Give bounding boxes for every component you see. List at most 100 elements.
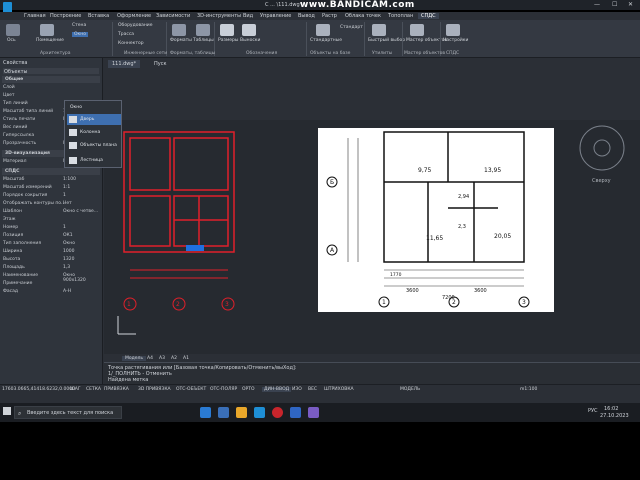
prop-row[interactable]: Примечание [3, 280, 99, 288]
menu-manage[interactable]: Управление [260, 13, 291, 19]
explorer-icon[interactable] [218, 407, 229, 418]
settings-button[interactable]: Настройки [443, 38, 468, 43]
3dosnap-toggle[interactable]: 3D ПРИВЯЗКА [138, 387, 171, 392]
leaders-icon[interactable] [242, 24, 256, 36]
floor-plan[interactable]: Б А 1 2 3 9,75 13,95 11,65 20,05 2,94 2,… [318, 128, 554, 312]
prop-row[interactable]: Наименование Окно 900х1320 [3, 272, 99, 283]
prop-row[interactable]: Тип заполнения Окно [3, 240, 99, 248]
prop-row[interactable]: Порядок сокрытия 1 [3, 192, 99, 200]
command-line[interactable]: Точка растягивания или [Базовая точка/Ко… [104, 362, 640, 384]
formats-icon[interactable] [172, 24, 186, 36]
axis-button[interactable]: Ось [7, 38, 16, 43]
menu-raster[interactable]: Растр [322, 13, 337, 19]
minimize-button[interactable]: — [594, 1, 600, 8]
dimensions-icon[interactable] [220, 24, 234, 36]
prop-row[interactable]: Шаблон Окно с четве... [3, 208, 99, 216]
tab-start[interactable]: Пуск [150, 60, 171, 68]
prop-row[interactable]: Номер 1 [3, 224, 99, 232]
osnap-toggle[interactable]: ПРИВЯЗКА [104, 387, 129, 392]
viewcube-label[interactable]: Сверху [592, 178, 611, 184]
layout-tab-a1[interactable]: A1 [180, 356, 192, 361]
snap-toggle[interactable]: ШАГ [70, 387, 81, 392]
object-wizard-icon[interactable] [410, 24, 424, 36]
dropdown-item-column[interactable]: Колонна [67, 127, 121, 138]
app-icon-taskbar[interactable] [308, 407, 319, 418]
prop-row[interactable]: Площадь 1,3 [3, 264, 99, 272]
menu-format[interactable]: Оформление [117, 13, 151, 19]
layout-tab-a4[interactable]: A4 [144, 356, 156, 361]
standard-icon[interactable] [316, 24, 330, 36]
prop-row[interactable]: Этаж [3, 216, 99, 224]
ortho-toggle[interactable]: ОРТО [242, 387, 255, 392]
hatch-toggle[interactable]: ШТРИХОВКА [324, 387, 354, 392]
section-general[interactable]: Общие [2, 76, 100, 83]
wall-button[interactable]: Стена [72, 23, 86, 28]
scale-label[interactable]: m1:100 [520, 387, 537, 392]
nanocad-icon[interactable] [254, 407, 265, 418]
prop-row[interactable]: Цвет [3, 92, 99, 100]
otrack-toggle[interactable]: ОТС-ОБЪЕКТ [176, 387, 206, 392]
standard-button[interactable]: Стандартные [310, 38, 342, 43]
prop-row[interactable]: Позиция ОК1 [3, 232, 99, 240]
equipment-button[interactable]: Оборудование [118, 23, 153, 28]
polar-toggle[interactable]: ОТС-ПОЛЯР [210, 387, 237, 392]
tables-icon[interactable] [196, 24, 210, 36]
menu-constraints[interactable]: Зависимости [156, 13, 190, 19]
prop-row[interactable]: Отображать контуры по... Нет [3, 200, 99, 208]
layout-tab-model[interactable]: Модель [122, 356, 147, 361]
room-button[interactable]: Помещение [36, 38, 64, 43]
edge-icon[interactable] [200, 407, 211, 418]
menu-topo[interactable]: Топоплан [388, 13, 413, 19]
maximize-button[interactable]: ☐ [612, 1, 617, 8]
plan-sheet[interactable]: Б А 1 2 3 9,75 13,95 11,65 20,05 2,94 2,… [318, 128, 554, 312]
clock-time[interactable]: 16:02 [604, 406, 618, 412]
windows-icon[interactable] [3, 407, 11, 415]
clock-date[interactable]: 27.10.2023 [600, 413, 629, 419]
axis-icon[interactable] [6, 24, 20, 36]
bandicam-icon[interactable] [272, 407, 283, 418]
route-button[interactable]: Трасса [118, 32, 134, 37]
menu-insert[interactable]: Вставка [88, 13, 109, 19]
prop-row[interactable]: Высота 1320 [3, 256, 99, 264]
menu-pointcloud[interactable]: Облака точек [345, 13, 381, 19]
formats-button[interactable]: Форматы [170, 38, 192, 43]
word-icon[interactable] [290, 407, 301, 418]
prop-row[interactable]: Масштаб 1:100 [3, 176, 99, 184]
grid-toggle[interactable]: СЕТКА [86, 387, 101, 392]
selection-combo[interactable]: Объекты [4, 69, 28, 75]
prop-row[interactable]: Слой [3, 84, 99, 92]
lweight-toggle[interactable]: ВЕС [308, 387, 317, 392]
quick-select-button[interactable]: Быстрый выбор [368, 38, 405, 43]
menu-spds[interactable]: СПДС [418, 13, 439, 19]
model-label[interactable]: МОДЕЛЬ [400, 387, 420, 392]
prop-row[interactable]: Масштаб измерений 1:1 [3, 184, 99, 192]
iso-toggle[interactable]: ИЗО [292, 387, 302, 392]
section-spds[interactable]: СПДС [2, 168, 100, 175]
dropdown-item-door[interactable]: Дверь [67, 114, 121, 125]
leaders-button[interactable]: Выноски [240, 38, 260, 43]
dyn-toggle[interactable]: ДИН-ВВОД [262, 387, 292, 392]
tables-button[interactable]: Таблицы [193, 38, 214, 43]
dropdown-item-stairs[interactable]: Лестница [67, 155, 121, 166]
dropdown-item-window[interactable]: Окно [67, 102, 121, 113]
prop-row[interactable]: Фасад А-Н [3, 288, 99, 296]
quick-select-icon[interactable] [372, 24, 386, 36]
menu-home[interactable]: Главная [24, 13, 46, 19]
tab-drawing[interactable]: 111.dwg* [108, 60, 141, 68]
menu-build[interactable]: Построение [50, 13, 81, 19]
dropdown-item-plan-objects[interactable]: Объекты плана [67, 140, 121, 151]
prop-row[interactable]: Ширина 1000 [3, 248, 99, 256]
menu-3d[interactable]: 3D-инструменты [197, 13, 241, 19]
folder-icon[interactable] [236, 407, 247, 418]
taskbar-search[interactable]: ⌕ Введите здесь текст для поиска [14, 406, 122, 419]
room-icon[interactable] [40, 24, 54, 36]
window-button[interactable]: Окно [72, 32, 88, 37]
menu-output[interactable]: Вывод [298, 13, 315, 19]
layout-tab-a3[interactable]: A3 [156, 356, 168, 361]
standard-style[interactable]: Стандарт [340, 25, 363, 30]
layout-tab-a2[interactable]: A2 [168, 356, 180, 361]
connector-button[interactable]: Коннектор [118, 41, 144, 46]
dimensions-button[interactable]: Размеры [218, 38, 238, 43]
menu-view[interactable]: Вид [243, 13, 253, 19]
close-button[interactable]: ✕ [628, 1, 633, 8]
